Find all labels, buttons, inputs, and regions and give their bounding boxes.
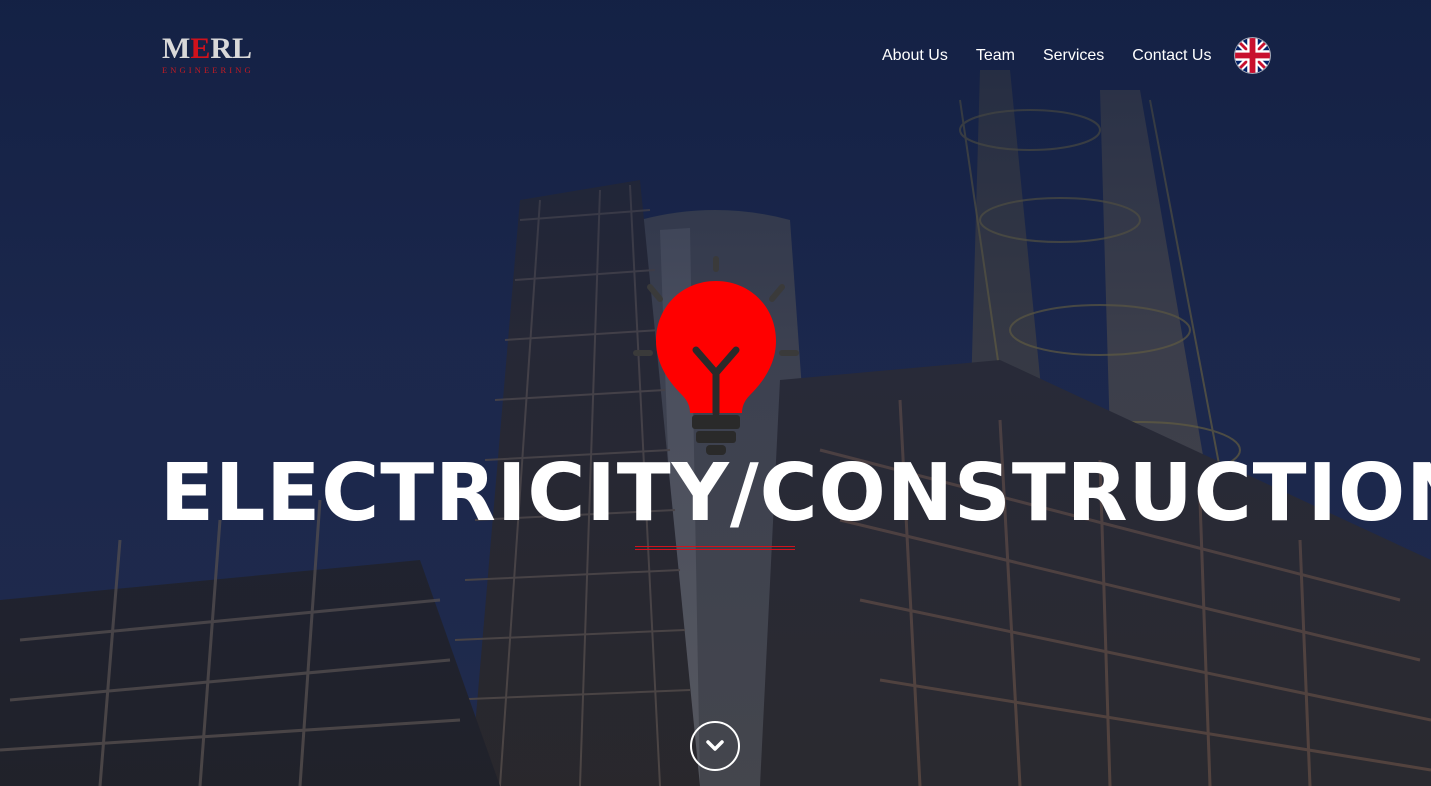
- chevron-down-icon: [706, 740, 724, 751]
- logo-subtitle: ENGINEERING: [162, 65, 254, 75]
- nav-team[interactable]: Team: [976, 47, 1015, 65]
- nav-services[interactable]: Services: [1043, 47, 1104, 65]
- logo-mark: MERL: [162, 32, 253, 65]
- main-nav: About Us Team Services Contact Us: [870, 44, 1227, 68]
- lightbulb-icon: [626, 255, 806, 460]
- scroll-down-button[interactable]: [690, 721, 740, 771]
- hero-title: ELECTRICITY/CONSTRUCTION: [160, 447, 1431, 539]
- nav-about-us[interactable]: About Us: [882, 47, 948, 65]
- uk-flag-icon[interactable]: [1235, 38, 1270, 73]
- merl-engineering-logo[interactable]: MERL ENGINEERING: [162, 34, 260, 78]
- nav-contact-us[interactable]: Contact Us: [1132, 47, 1211, 65]
- title-underline: [635, 546, 795, 550]
